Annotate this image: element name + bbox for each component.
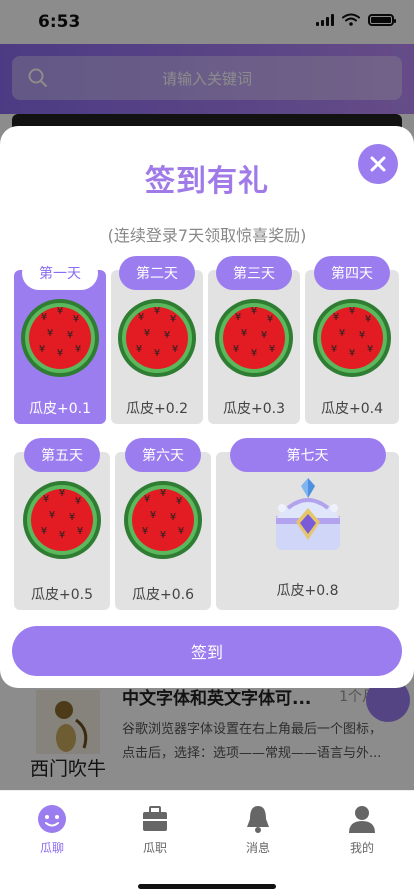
svg-text:¥: ¥: [160, 488, 166, 499]
svg-text:¥: ¥: [57, 306, 63, 317]
signin-modal: 签到有礼 (连续登录7天领取惊喜奖励) 第一天 ¥ ¥ ¥ ¥ ¥ ¥ ¥ ¥ 瓜皮+0.1 …: [0, 126, 414, 688]
day-card-1[interactable]: 第一天 ¥ ¥ ¥ ¥ ¥ ¥ ¥ ¥ 瓜皮+0.1: [14, 256, 106, 424]
svg-text:¥: ¥: [339, 328, 345, 339]
day-label: 第二天: [119, 256, 195, 290]
day-reward: 瓜皮+0.5: [31, 587, 93, 603]
day-reward: 瓜皮+0.8: [276, 583, 339, 599]
signin-button[interactable]: 签到: [12, 626, 402, 676]
day-label: 第五天: [24, 438, 100, 472]
svg-text:¥: ¥: [172, 344, 178, 355]
day-reward: 瓜皮+0.3: [223, 401, 285, 417]
svg-text:¥: ¥: [160, 530, 166, 541]
tab-label: 瓜职: [142, 841, 167, 855]
day-card-2[interactable]: 第二天 ¥ ¥ ¥ ¥ ¥ ¥ ¥ ¥ 瓜皮+0.2: [111, 256, 203, 424]
svg-text:¥: ¥: [150, 510, 156, 521]
svg-text:¥: ¥: [267, 314, 273, 325]
day-card-3[interactable]: 第三天 ¥ ¥ ¥ ¥ ¥ ¥ ¥ ¥ 瓜皮+0.3: [208, 256, 300, 424]
svg-text:¥: ¥: [269, 344, 275, 355]
close-button[interactable]: [358, 144, 398, 184]
svg-text:¥: ¥: [136, 344, 142, 355]
day-label: 第七天: [229, 438, 386, 472]
svg-text:¥: ¥: [59, 488, 65, 499]
day-label: 第一天: [22, 256, 98, 290]
svg-text:¥: ¥: [365, 314, 371, 325]
tab-messages[interactable]: 消息: [218, 803, 298, 856]
svg-text:¥: ¥: [75, 344, 81, 355]
day-card-4[interactable]: 第四天 ¥ ¥ ¥ ¥ ¥ ¥ ¥ ¥ 瓜皮+0.4: [305, 256, 399, 424]
svg-text:¥: ¥: [164, 330, 170, 341]
watermelon-icon: ¥¥¥¥ ¥¥ ¥ ¥: [215, 299, 293, 377]
treasure-chest-icon: [275, 478, 340, 550]
svg-text:¥: ¥: [251, 306, 257, 317]
svg-text:¥: ¥: [359, 330, 365, 341]
svg-text:¥: ¥: [41, 526, 47, 537]
day-reward: 瓜皮+0.6: [132, 587, 194, 603]
svg-text:¥: ¥: [59, 530, 65, 541]
tab-profile[interactable]: 我的: [322, 803, 402, 856]
tab-label: 我的: [349, 841, 374, 855]
tab-jobs[interactable]: 瓜职: [115, 803, 195, 856]
bell-icon: [247, 806, 269, 833]
svg-text:¥: ¥: [349, 348, 355, 359]
day-reward: 瓜皮+0.1: [29, 401, 91, 417]
svg-text:¥: ¥: [57, 348, 63, 359]
svg-text:¥: ¥: [261, 330, 267, 341]
day-card-5[interactable]: 第五天 ¥ ¥ ¥ ¥ ¥ ¥ ¥ ¥ 瓜皮+0.5: [14, 438, 110, 610]
svg-text:¥: ¥: [138, 312, 144, 323]
svg-text:¥: ¥: [251, 348, 257, 359]
watermelon-icon: ¥¥¥¥ ¥¥ ¥ ¥: [21, 299, 99, 377]
svg-text:¥: ¥: [43, 494, 49, 505]
svg-text:¥: ¥: [39, 344, 45, 355]
user-icon: [349, 806, 375, 833]
home-indicator: [138, 884, 276, 889]
svg-text:¥: ¥: [367, 344, 373, 355]
modal-title: 签到有礼: [145, 164, 269, 199]
svg-text:¥: ¥: [41, 312, 47, 323]
svg-text:¥: ¥: [235, 312, 241, 323]
day-label: 第三天: [216, 256, 292, 290]
svg-text:¥: ¥: [176, 496, 182, 507]
watermelon-icon: ¥¥¥¥ ¥¥ ¥ ¥: [124, 481, 202, 559]
day-label: 第四天: [314, 256, 390, 290]
svg-text:¥: ¥: [170, 512, 176, 523]
tab-label: 消息: [245, 841, 270, 855]
day-card-7[interactable]: 第七天 瓜皮+0.8: [216, 438, 399, 610]
watermelon-icon: ¥¥¥¥ ¥¥ ¥ ¥: [313, 299, 391, 377]
svg-text:¥: ¥: [331, 344, 337, 355]
chat-bubble-icon: [38, 805, 66, 833]
svg-text:¥: ¥: [154, 348, 160, 359]
day-reward: 瓜皮+0.2: [126, 401, 188, 417]
tab-chat[interactable]: 瓜聊: [12, 803, 92, 856]
svg-text:¥: ¥: [233, 344, 239, 355]
svg-text:¥: ¥: [142, 526, 148, 537]
watermelon-icon: ¥¥¥¥ ¥¥ ¥ ¥: [23, 481, 101, 559]
svg-text:¥: ¥: [67, 330, 73, 341]
svg-text:¥: ¥: [333, 312, 339, 323]
tab-bar: 瓜聊 瓜职 消息 我的: [0, 790, 414, 896]
svg-text:¥: ¥: [178, 526, 184, 537]
svg-text:¥: ¥: [77, 526, 83, 537]
svg-text:¥: ¥: [73, 314, 79, 325]
svg-text:¥: ¥: [75, 496, 81, 507]
day-label: 第六天: [125, 438, 201, 472]
day-card-6[interactable]: 第六天 ¥ ¥ ¥ ¥ ¥ ¥ ¥ ¥ 瓜皮+0.6: [115, 438, 211, 610]
day-reward: 瓜皮+0.4: [321, 401, 383, 417]
svg-text:¥: ¥: [47, 328, 53, 339]
modal-subtitle: (连续登录7天领取惊喜奖励): [107, 226, 307, 245]
svg-text:¥: ¥: [144, 328, 150, 339]
svg-text:¥: ¥: [349, 306, 355, 317]
close-icon: [370, 156, 386, 172]
svg-text:¥: ¥: [241, 328, 247, 339]
watermelon-icon: ¥¥¥¥ ¥¥ ¥ ¥: [118, 299, 196, 377]
svg-text:¥: ¥: [49, 510, 55, 521]
svg-text:¥: ¥: [154, 306, 160, 317]
tab-label: 瓜聊: [39, 841, 64, 855]
briefcase-icon: [143, 806, 167, 831]
svg-text:¥: ¥: [170, 314, 176, 325]
svg-text:¥: ¥: [144, 494, 150, 505]
svg-text:¥: ¥: [69, 512, 75, 523]
